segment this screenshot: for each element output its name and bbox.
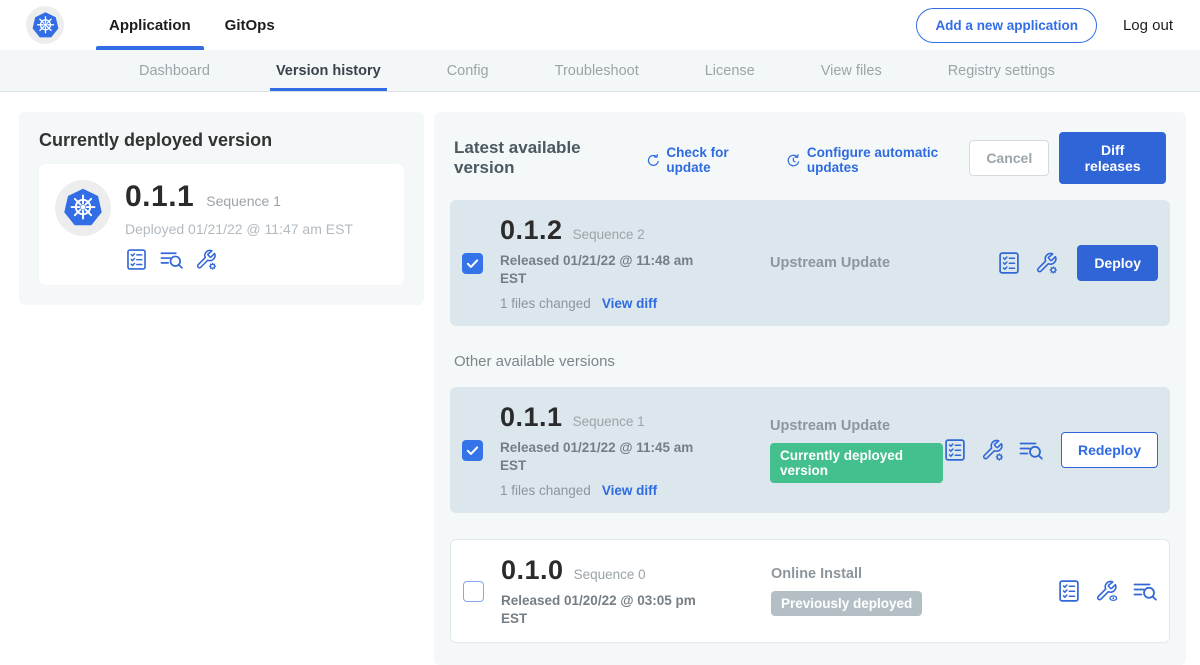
diff-releases-button[interactable]: Diff releases	[1059, 132, 1166, 184]
deployed-version-actions	[125, 248, 353, 271]
app-subnav: Dashboard Version history Config Trouble…	[0, 50, 1200, 92]
latest-available-header: Latest available version Check for updat…	[454, 132, 1166, 184]
view-config-icon[interactable]	[1095, 579, 1119, 603]
edit-config-icon[interactable]	[1035, 251, 1059, 275]
version-released-date: Released 01/21/22 @ 11:48 am EST	[500, 252, 700, 287]
kubernetes-logo-icon	[26, 6, 64, 44]
version-meta: 0.1.1 Sequence 1 Released 01/21/22 @ 11:…	[500, 402, 722, 498]
release-notes-icon[interactable]	[1057, 579, 1081, 603]
preflight-checks-icon[interactable]	[1019, 438, 1043, 462]
preflight-checks-icon[interactable]	[160, 248, 183, 271]
version-row-0-1-1: 0.1.1 Sequence 1 Released 01/21/22 @ 11:…	[450, 387, 1170, 513]
version-number: 0.1.0	[501, 555, 564, 586]
subnav-registry-settings[interactable]: Registry settings	[946, 50, 1057, 91]
version-source-column: Online Install Previously deployed	[723, 566, 1057, 616]
version-released-date: Released 01/21/22 @ 11:45 am EST	[500, 439, 700, 474]
version-source-label: Online Install	[771, 566, 1057, 582]
version-checkbox[interactable]	[462, 253, 483, 274]
version-released-date: Released 01/20/22 @ 03:05 pm EST	[501, 592, 701, 627]
header-spacer	[288, 0, 917, 50]
edit-config-icon[interactable]	[195, 248, 218, 271]
version-source-label: Upstream Update	[770, 255, 997, 271]
latest-available-title: Latest available version	[454, 138, 622, 178]
app-kubernetes-icon	[55, 180, 111, 236]
top-header: Application GitOps Add a new application…	[0, 0, 1200, 50]
preflight-checks-icon[interactable]	[1133, 579, 1157, 603]
subnav-view-files[interactable]: View files	[819, 50, 884, 91]
app-tabs: Application GitOps	[96, 0, 288, 50]
previously-deployed-badge: Previously deployed	[771, 591, 922, 616]
tab-gitops[interactable]: GitOps	[212, 0, 288, 50]
deploy-button[interactable]: Deploy	[1077, 245, 1158, 281]
version-meta: 0.1.2 Sequence 2 Released 01/21/22 @ 11:…	[500, 215, 722, 311]
logout-link[interactable]: Log out	[1123, 17, 1173, 34]
version-history-panel: Latest available version Check for updat…	[434, 112, 1186, 665]
version-checkbox[interactable]	[463, 581, 484, 602]
schedule-icon	[786, 152, 801, 169]
version-row-0-1-0: 0.1.0 Sequence 0 Released 01/20/22 @ 03:…	[450, 539, 1170, 643]
tab-application[interactable]: Application	[96, 0, 204, 50]
subnav-version-history[interactable]: Version history	[274, 50, 383, 91]
release-notes-icon[interactable]	[997, 251, 1021, 275]
version-actions: Redeploy	[943, 432, 1158, 468]
deployed-version-sequence: Sequence 1	[206, 193, 281, 209]
configure-automatic-updates-label: Configure automatic updates	[807, 145, 969, 175]
other-available-versions-title: Other available versions	[454, 353, 1166, 370]
tab-gitops-label: GitOps	[225, 17, 275, 34]
deployed-version-number: 0.1.1	[125, 180, 194, 214]
check-for-update-link[interactable]: Check for update	[646, 145, 762, 175]
refresh-icon	[646, 152, 661, 169]
checkmark-icon	[465, 443, 480, 458]
subnav-troubleshoot[interactable]: Troubleshoot	[553, 50, 641, 91]
version-sequence: Sequence 0	[574, 567, 646, 582]
currently-deployed-badge: Currently deployed version	[770, 443, 943, 483]
redeploy-button[interactable]: Redeploy	[1061, 432, 1158, 468]
configure-automatic-updates-link[interactable]: Configure automatic updates	[786, 145, 969, 175]
version-sequence: Sequence 1	[573, 414, 645, 429]
version-source-column: Upstream Update	[722, 255, 997, 271]
checkmark-icon	[465, 256, 480, 271]
currently-deployed-title: Currently deployed version	[39, 130, 404, 151]
main-content: Currently deployed version 0.1.1 Sequenc…	[0, 92, 1200, 665]
cancel-button[interactable]: Cancel	[969, 140, 1049, 176]
version-sequence: Sequence 2	[573, 227, 645, 242]
version-checkbox[interactable]	[462, 440, 483, 461]
edit-config-icon[interactable]	[981, 438, 1005, 462]
version-number: 0.1.1	[500, 402, 563, 433]
add-new-application-button[interactable]: Add a new application	[916, 8, 1097, 43]
version-actions	[1057, 579, 1157, 603]
release-notes-icon[interactable]	[943, 438, 967, 462]
version-source-column: Upstream Update Currently deployed versi…	[722, 418, 943, 483]
deployed-version-details: 0.1.1 Sequence 1 Deployed 01/21/22 @ 11:…	[125, 180, 353, 271]
files-changed-label: 1 files changed	[500, 483, 591, 498]
files-changed-label: 1 files changed	[500, 296, 591, 311]
view-diff-link[interactable]: View diff	[602, 483, 657, 498]
release-notes-icon[interactable]	[125, 248, 148, 271]
check-for-update-label: Check for update	[666, 145, 762, 175]
version-number: 0.1.2	[500, 215, 563, 246]
view-diff-link[interactable]: View diff	[602, 296, 657, 311]
currently-deployed-panel: Currently deployed version 0.1.1 Sequenc…	[19, 112, 424, 305]
deployed-date: Deployed 01/21/22 @ 11:47 am EST	[125, 221, 353, 237]
subnav-dashboard[interactable]: Dashboard	[137, 50, 212, 91]
version-source-label: Upstream Update	[770, 418, 943, 434]
version-meta: 0.1.0 Sequence 0 Released 01/20/22 @ 03:…	[501, 555, 723, 627]
subnav-config[interactable]: Config	[445, 50, 491, 91]
version-actions: Deploy	[997, 245, 1158, 281]
version-row-0-1-2: 0.1.2 Sequence 2 Released 01/21/22 @ 11:…	[450, 200, 1170, 326]
subnav-license[interactable]: License	[703, 50, 757, 91]
tab-application-label: Application	[109, 17, 191, 34]
deployed-version-card: 0.1.1 Sequence 1 Deployed 01/21/22 @ 11:…	[39, 164, 404, 285]
